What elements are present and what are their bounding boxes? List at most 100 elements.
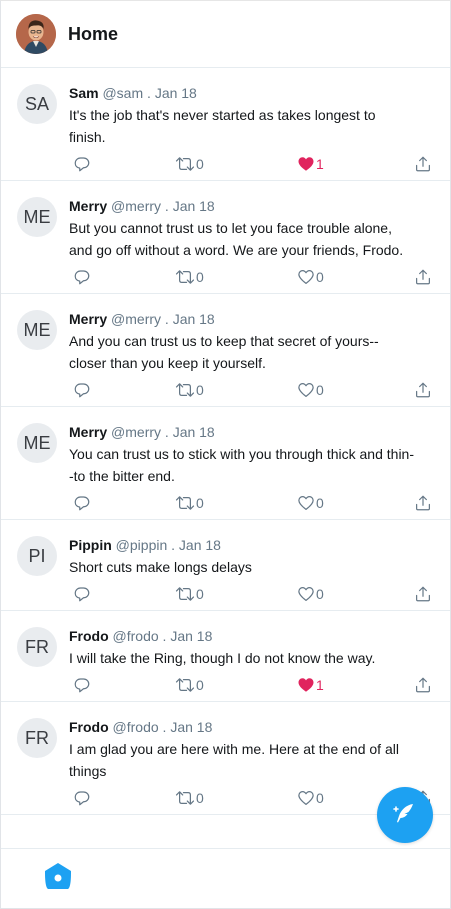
tweet-date: Jan 18 — [170, 719, 213, 735]
tweet-date: Jan 18 — [154, 85, 197, 101]
author-name[interactable]: Merry — [69, 198, 107, 214]
tweet-date: Jan 18 — [170, 628, 213, 644]
avatar[interactable]: PI — [17, 536, 57, 576]
retweet-icon — [175, 676, 195, 694]
tweet-header: Merry @merry . Jan 18 — [69, 423, 434, 441]
header: Home — [1, 1, 450, 68]
author-handle[interactable]: @merry . — [111, 198, 169, 214]
share-button[interactable] — [414, 585, 432, 603]
author-name[interactable]: Sam — [69, 85, 99, 101]
reply-icon — [73, 789, 91, 807]
reply-button[interactable] — [73, 585, 91, 603]
retweet-button[interactable]: 0 — [175, 381, 204, 399]
reply-icon — [73, 268, 91, 286]
tweet-text: I am glad you are here with me. Here at … — [69, 741, 399, 779]
tweet-item[interactable]: ME Merry @merry . Jan 18 You can trust u… — [1, 407, 450, 520]
like-count: 0 — [316, 790, 324, 806]
reply-button[interactable] — [73, 676, 91, 694]
retweet-icon — [175, 268, 195, 286]
tweet-date: Jan 18 — [172, 198, 215, 214]
reply-button[interactable] — [73, 381, 91, 399]
retweet-button[interactable]: 0 — [175, 789, 204, 807]
reply-button[interactable] — [73, 155, 91, 173]
author-handle[interactable]: @frodo . — [113, 628, 167, 644]
author-handle[interactable]: @sam . — [102, 85, 150, 101]
retweet-count: 0 — [196, 677, 204, 693]
author-handle[interactable]: @merry . — [111, 311, 169, 327]
author-handle[interactable]: @pippin . — [116, 537, 175, 553]
tweet-text: But you cannot trust us to let you face … — [69, 220, 404, 258]
tweet-header: Sam @sam . Jan 18 — [69, 84, 434, 102]
retweet-count: 0 — [196, 269, 204, 285]
like-button[interactable]: 0 — [297, 268, 324, 286]
share-icon — [414, 155, 432, 173]
home-icon[interactable] — [43, 862, 73, 895]
share-button[interactable] — [414, 494, 432, 512]
avatar[interactable]: SA — [17, 84, 57, 124]
profile-avatar[interactable] — [16, 14, 56, 54]
reply-button[interactable] — [73, 268, 91, 286]
avatar[interactable]: FR — [17, 718, 57, 758]
avatar[interactable]: ME — [17, 197, 57, 237]
retweet-icon — [175, 585, 195, 603]
share-button[interactable] — [414, 268, 432, 286]
reply-button[interactable] — [73, 789, 91, 807]
tweet-actions: 0 0 — [69, 263, 434, 293]
like-button[interactable]: 1 — [297, 155, 324, 173]
avatar[interactable]: FR — [17, 627, 57, 667]
tweet-text: I will take the Ring, though I do not kn… — [69, 650, 376, 666]
heart-icon — [297, 585, 315, 603]
retweet-button[interactable]: 0 — [175, 585, 204, 603]
avatar[interactable]: ME — [17, 310, 57, 350]
retweet-icon — [175, 494, 195, 512]
tweet-item[interactable]: ME Merry @merry . Jan 18 But you cannot … — [1, 181, 450, 294]
author-name[interactable]: Pippin — [69, 537, 112, 553]
reply-icon — [73, 155, 91, 173]
tweet-item[interactable]: PI Pippin @pippin . Jan 18 Short cuts ma… — [1, 520, 450, 611]
app-window: Home SA Sam @sam . Jan 18 It's the job t… — [0, 0, 451, 909]
avatar[interactable]: ME — [17, 423, 57, 463]
share-button[interactable] — [414, 381, 432, 399]
tweet-item[interactable]: FR Frodo @frodo . Jan 18 I will take the… — [1, 611, 450, 702]
share-icon — [414, 268, 432, 286]
retweet-button[interactable]: 0 — [175, 676, 204, 694]
retweet-count: 0 — [196, 382, 204, 398]
page-title: Home — [68, 23, 119, 44]
author-name[interactable]: Frodo — [69, 719, 109, 735]
author-handle[interactable]: @frodo . — [113, 719, 167, 735]
tweet-text: And you can trust us to keep that secret… — [69, 333, 379, 371]
tweet-item[interactable]: ME Merry @merry . Jan 18 And you can tru… — [1, 294, 450, 407]
heart-icon — [297, 155, 315, 173]
reply-icon — [73, 676, 91, 694]
tweet-header: Frodo @frodo . Jan 18 — [69, 718, 434, 736]
retweet-button[interactable]: 0 — [175, 494, 204, 512]
author-handle[interactable]: @merry . — [111, 424, 169, 440]
like-count: 0 — [316, 495, 324, 511]
like-button[interactable]: 0 — [297, 789, 324, 807]
author-name[interactable]: Frodo — [69, 628, 109, 644]
tweet-list: SA Sam @sam . Jan 18 It's the job that's… — [1, 68, 450, 815]
share-button[interactable] — [414, 155, 432, 173]
tweet-text: You can trust us to stick with you throu… — [69, 446, 415, 484]
author-name[interactable]: Merry — [69, 311, 107, 327]
reply-button[interactable] — [73, 494, 91, 512]
like-count: 1 — [316, 677, 324, 693]
heart-icon — [297, 494, 315, 512]
compose-tweet-button[interactable] — [377, 787, 433, 843]
retweet-button[interactable]: 0 — [175, 268, 204, 286]
like-button[interactable]: 1 — [297, 676, 324, 694]
share-button[interactable] — [414, 676, 432, 694]
heart-icon — [297, 676, 315, 694]
feather-icon — [393, 801, 417, 830]
like-button[interactable]: 0 — [297, 494, 324, 512]
bottom-nav — [1, 848, 450, 908]
tweet-actions: 0 1 — [69, 671, 434, 701]
like-count: 0 — [316, 586, 324, 602]
tweet-item[interactable]: SA Sam @sam . Jan 18 It's the job that's… — [1, 68, 450, 181]
retweet-icon — [175, 155, 195, 173]
like-button[interactable]: 0 — [297, 381, 324, 399]
like-count: 0 — [316, 382, 324, 398]
retweet-button[interactable]: 0 — [175, 155, 204, 173]
author-name[interactable]: Merry — [69, 424, 107, 440]
like-button[interactable]: 0 — [297, 585, 324, 603]
